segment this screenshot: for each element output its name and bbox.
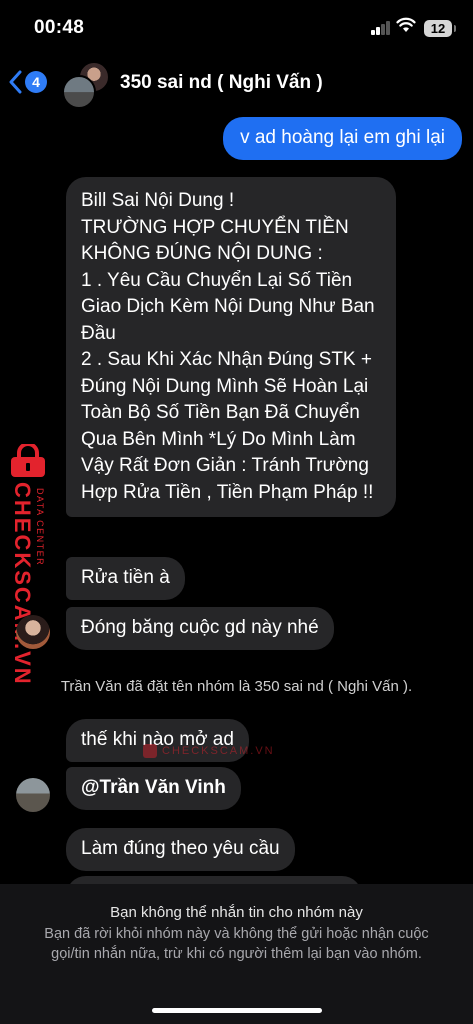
- outgoing-message[interactable]: v ad hoàng lại em ghi lại: [223, 117, 462, 160]
- left-group-notice: Bạn không thể nhắn tin cho nhóm này Bạn …: [0, 884, 473, 1024]
- back-chevron-icon: [9, 70, 22, 94]
- group-avatar[interactable]: [62, 61, 110, 109]
- system-message: Trần Văn đã đặt tên nhóm là 350 sai nd (…: [60, 678, 413, 695]
- status-time: 00:48: [34, 17, 85, 38]
- incoming-message[interactable]: Bill Sai Nội Dung ! TRƯỜNG HỢP CHUYỂN TI…: [66, 177, 396, 517]
- wifi-icon: [396, 17, 416, 35]
- watermark-sub: DATA CENTER: [35, 488, 45, 567]
- status-bar: 00:48 12: [0, 0, 473, 56]
- incoming-message[interactable]: Rửa tiền à: [66, 557, 185, 600]
- notice-description: Bạn đã rời khỏi nhóm này và không thể gử…: [44, 926, 429, 962]
- home-indicator[interactable]: [152, 1008, 322, 1013]
- sender-avatar[interactable]: [16, 615, 50, 649]
- notice-title: Bạn không thể nhắn tin cho nhóm này: [110, 904, 363, 921]
- battery-icon: 12: [424, 20, 456, 37]
- incoming-message[interactable]: thế khi nào mở ad: [66, 719, 249, 762]
- lock-icon: [11, 444, 45, 477]
- watermark-logo: CHECKSCAM.VN DATA CENTER: [5, 440, 53, 686]
- watermark-brand: CHECKSCAM.VN: [10, 482, 35, 686]
- incoming-message[interactable]: Đóng băng cuộc gd này nhé: [66, 607, 334, 650]
- back-button[interactable]: 4: [8, 66, 47, 98]
- incoming-message-mention[interactable]: @Trần Văn Vinh: [66, 767, 241, 810]
- chat-header: 4 350 sai nd ( Nghi Vấn ): [0, 56, 473, 114]
- member-avatar: [62, 75, 96, 109]
- unread-count-badge: 4: [25, 71, 47, 93]
- incoming-message[interactable]: Làm đúng theo yêu cầu: [66, 828, 295, 871]
- sender-avatar[interactable]: [16, 778, 50, 812]
- chat-title[interactable]: 350 sai nd ( Nghi Vấn ): [120, 72, 323, 94]
- signal-icon: [371, 21, 391, 35]
